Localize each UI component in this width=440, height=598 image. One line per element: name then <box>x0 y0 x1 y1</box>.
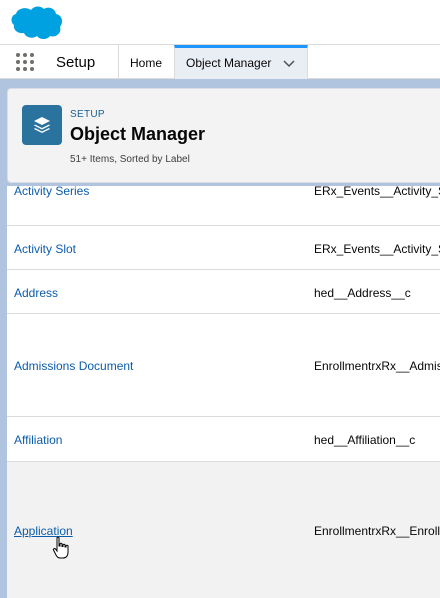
table-row: Application EnrollmentrxRx__Enroll <box>7 462 440 598</box>
page-subtitle: 51+ Items, Sorted by Label <box>70 154 190 165</box>
tab-object-manager-label: Object Manager <box>186 56 272 70</box>
table-row: Admissions Document EnrollmentrxRx__Admi… <box>7 314 440 417</box>
object-api-name: ERx_Events__Activity_Se <box>314 186 440 198</box>
object-api-name: hed__Address__c <box>314 286 411 300</box>
waffle-icon[interactable] <box>16 53 34 71</box>
tab-home[interactable]: Home <box>119 45 174 79</box>
context-bar: Setup Home Object Manager <box>0 44 440 79</box>
chevron-down-icon[interactable] <box>282 59 296 69</box>
tab-home-label: Home <box>130 56 163 70</box>
object-api-name: hed__Affiliation__c <box>314 433 416 447</box>
hand-cursor-icon <box>52 536 69 559</box>
table-row: Activity Series ERx_Events__Activity_Se <box>7 186 440 226</box>
global-header <box>0 0 440 44</box>
object-label-link[interactable]: Activity Slot <box>14 242 76 256</box>
object-label-link[interactable]: Admissions Document <box>14 359 133 373</box>
object-label-link[interactable]: Address <box>14 286 58 300</box>
page-title: Object Manager <box>70 124 206 144</box>
app-name: Setup <box>56 54 96 71</box>
object-label-link[interactable]: Activity Series <box>14 186 89 198</box>
page-eyebrow: SETUP <box>70 109 105 120</box>
object-api-name: EnrollmentrxRx__Enroll <box>314 524 440 538</box>
table-row: Address hed__Address__c <box>7 270 440 314</box>
object-api-name: ERx_Events__Activity_Slo <box>314 242 440 256</box>
page-header: SETUP Object Manager 51+ Items, Sorted b… <box>7 88 440 183</box>
layers-icon <box>22 105 62 145</box>
object-api-name: EnrollmentrxRx__Admis <box>314 359 440 373</box>
table-row: Affiliation hed__Affiliation__c <box>7 417 440 462</box>
object-label-link[interactable]: Affiliation <box>14 433 62 447</box>
tab-object-manager[interactable]: Object Manager <box>174 45 308 79</box>
table-row: Activity Slot ERx_Events__Activity_Slo <box>7 226 440 270</box>
object-list-table: Activity Series ERx_Events__Activity_Se … <box>7 186 440 598</box>
salesforce-cloud-logo[interactable] <box>8 4 64 40</box>
